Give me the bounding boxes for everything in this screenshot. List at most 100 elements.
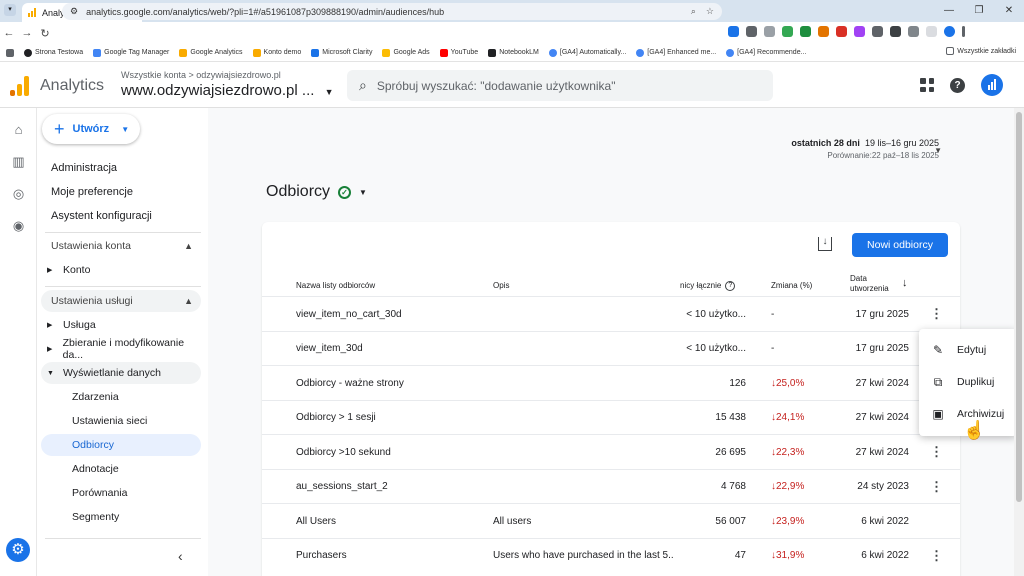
- sort-arrow-down-icon[interactable]: ↓: [902, 277, 908, 289]
- nav-admin[interactable]: Administracja: [51, 162, 117, 174]
- audience-name[interactable]: Odbiorcy >10 sekund: [296, 435, 486, 469]
- zoom-icon[interactable]: ⌕: [691, 6, 696, 17]
- bookmark-star-icon[interactable]: ☆: [706, 6, 714, 17]
- table-row[interactable]: au_sessions_start_2 4 768 ↓22,9% 24 sty …: [262, 468, 960, 504]
- table-row[interactable]: All Users All users 56 007 ↓23,9% 6 kwi …: [262, 503, 960, 538]
- bookmark[interactable]: [GA4] Recommende...: [726, 48, 806, 57]
- back-icon[interactable]: ←: [0, 27, 18, 39]
- site-info-icon[interactable]: ⚙: [70, 6, 78, 17]
- reload-icon[interactable]: ↻: [36, 27, 54, 40]
- nav-annotations[interactable]: Adnotacje: [41, 458, 201, 480]
- extension-icon[interactable]: [818, 26, 829, 37]
- audience-name[interactable]: view_item_no_cart_30d: [296, 297, 486, 331]
- extension-icon[interactable]: [854, 26, 865, 37]
- bookmark[interactable]: Google Analytics: [179, 48, 243, 57]
- chevron-down-icon[interactable]: ▼: [934, 146, 942, 155]
- extension-icon[interactable]: [782, 26, 793, 37]
- nav-comparisons[interactable]: Porównania: [41, 482, 201, 504]
- menu-item-duplicate[interactable]: ⧉ Duplikuj: [919, 366, 1017, 398]
- tab-search-icon[interactable]: ▾: [4, 4, 16, 16]
- nav-segments[interactable]: Segmenty: [41, 506, 201, 528]
- explore-icon[interactable]: ◎: [11, 186, 26, 201]
- nav-network-settings[interactable]: Ustawienia sieci: [41, 410, 201, 432]
- bookmark[interactable]: [GA4] Automatically...: [548, 48, 626, 57]
- bookmark[interactable]: Konto demo: [252, 48, 301, 57]
- chevron-down-icon[interactable]: ▼: [359, 188, 367, 197]
- extension-icon[interactable]: [746, 26, 757, 37]
- help-circle-icon[interactable]: ?: [725, 281, 736, 292]
- bookmark[interactable]: NotebookLM: [488, 48, 539, 57]
- apps-grid-icon[interactable]: [6, 48, 14, 57]
- nav-data-collection[interactable]: ▶ Zbieranie i modyfikowanie da...: [41, 337, 201, 361]
- nav-account[interactable]: ▶ Konto: [41, 259, 201, 281]
- table-row[interactable]: view_item_30d < 10 użytko... - 17 gru 20…: [262, 330, 960, 366]
- minimize-icon[interactable]: —: [934, 0, 964, 22]
- section-account-settings[interactable]: Ustawienia konta ▲: [41, 235, 201, 257]
- col-header-change[interactable]: Zmiana (%): [771, 281, 812, 291]
- search-input[interactable]: ⌕ Spróbuj wyszukać: "dodawanie użytkowni…: [347, 70, 773, 101]
- table-row[interactable]: Purchasers Users who have purchased in t…: [262, 537, 960, 573]
- help-icon[interactable]: ?: [950, 77, 965, 93]
- extension-icon[interactable]: [872, 26, 883, 37]
- account-avatar[interactable]: [981, 74, 1003, 96]
- audience-name[interactable]: Odbiorcy > 1 sesji: [296, 401, 486, 435]
- audience-name[interactable]: Purchasers: [296, 539, 486, 573]
- audience-name[interactable]: au_sessions_start_2: [296, 470, 486, 504]
- extension-icon[interactable]: [764, 26, 775, 37]
- audience-name[interactable]: view_item_30d: [296, 332, 486, 366]
- apps-grid-icon[interactable]: [920, 78, 934, 92]
- extension-icon[interactable]: [800, 26, 811, 37]
- extension-icon[interactable]: [836, 26, 847, 37]
- property-selector[interactable]: www.odzywiajsiezdrowo.pl ... ▼: [121, 82, 334, 99]
- create-button[interactable]: + Utwórz ▼: [42, 114, 140, 144]
- menu-item-edit[interactable]: ✎ Edytuj: [919, 334, 1017, 366]
- nav-events[interactable]: Zdarzenia: [41, 386, 201, 408]
- bookmark[interactable]: Microsoft Clarity: [311, 48, 372, 57]
- nav-assistant[interactable]: Asystent konfiguracji: [51, 210, 152, 222]
- audience-name[interactable]: Odbiorcy - ważne strony: [296, 366, 486, 400]
- close-window-icon[interactable]: ✕: [994, 0, 1024, 22]
- check-circle-icon[interactable]: ✓: [338, 185, 352, 199]
- download-icon[interactable]: ↓: [818, 237, 832, 251]
- bookmark[interactable]: Google Ads: [382, 48, 430, 57]
- col-header-created[interactable]: Data utworzenia: [850, 274, 889, 295]
- reports-icon[interactable]: ▥: [11, 154, 26, 169]
- table-row[interactable]: Odbiorcy - ważne strony 126 ↓25,0% 27 kw…: [262, 365, 960, 400]
- col-header-users[interactable]: nicy łącznie ?: [680, 281, 736, 292]
- nav-preferences[interactable]: Moje preferencje: [51, 186, 133, 198]
- nav-service[interactable]: ▶ Usługa: [41, 314, 201, 336]
- nav-data-display[interactable]: ▼ Wyświetlanie danych: [41, 362, 201, 384]
- more-vert-icon[interactable]: ⋮: [930, 307, 943, 320]
- breadcrumb[interactable]: Wszystkie konta > odzywiajsiezdrowo.pl: [121, 70, 281, 80]
- address-bar[interactable]: ⚙ analytics.google.com/analytics/web/?pl…: [62, 3, 722, 20]
- table-row[interactable]: Odbiorcy > 1 sesji 15 438 ↓24,1% 27 kwi …: [262, 399, 960, 435]
- more-vert-icon[interactable]: ⋮: [930, 445, 943, 458]
- home-icon[interactable]: ⌂: [11, 122, 26, 137]
- bookmark[interactable]: [GA4] Enhanced me...: [636, 48, 716, 57]
- forward-icon[interactable]: →: [18, 27, 36, 39]
- admin-gear-icon[interactable]: ⚙: [6, 538, 30, 562]
- maximize-icon[interactable]: ❐: [964, 0, 994, 22]
- col-header-name[interactable]: Nazwa listy odbiorców: [296, 281, 375, 291]
- extensions-puzzle-icon[interactable]: [908, 26, 919, 37]
- section-service-settings[interactable]: Ustawienia usługi ▲: [41, 290, 201, 312]
- table-row[interactable]: Odbiorcy >10 sekund 26 695 ↓22,3% 27 kwi…: [262, 434, 960, 469]
- bookmark[interactable]: YouTube: [439, 48, 478, 57]
- bookmark[interactable]: Strona Testowa: [24, 48, 83, 57]
- extension-icon[interactable]: [728, 26, 739, 37]
- extension-icon[interactable]: [890, 26, 901, 37]
- nav-audiences[interactable]: Odbiorcy: [41, 434, 201, 456]
- collapse-nav-icon[interactable]: ‹: [178, 548, 183, 564]
- col-header-description[interactable]: Opis: [493, 281, 509, 291]
- all-bookmarks[interactable]: Wszystkie zakładki: [946, 47, 1016, 55]
- table-row[interactable]: view_item_no_cart_30d < 10 użytko... - 1…: [262, 296, 960, 331]
- more-vert-icon[interactable]: ⋮: [930, 480, 943, 493]
- browser-menu-icon[interactable]: [962, 26, 965, 37]
- profile-icon[interactable]: [944, 26, 955, 37]
- audience-name[interactable]: All Users: [296, 504, 486, 538]
- sidebar-icon[interactable]: [926, 26, 937, 37]
- analytics-logo-icon[interactable]: [10, 76, 29, 96]
- bookmark[interactable]: Google Tag Manager: [93, 48, 169, 57]
- advertising-icon[interactable]: ◉: [11, 218, 26, 233]
- more-vert-icon[interactable]: ⋮: [930, 549, 943, 562]
